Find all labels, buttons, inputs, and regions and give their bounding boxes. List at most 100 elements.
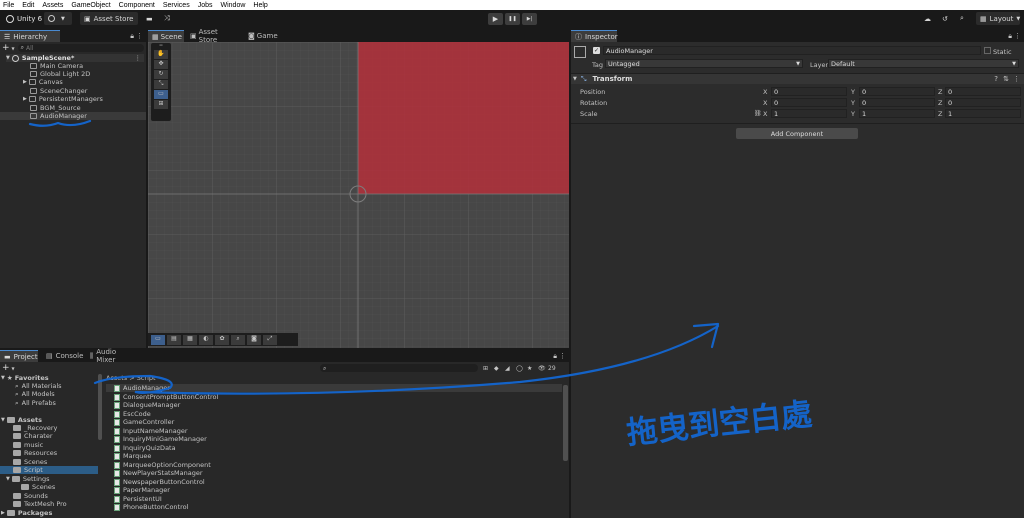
menu-gameobject[interactable]: GameObject xyxy=(71,2,110,9)
folder-item-selected[interactable]: Script xyxy=(0,466,98,474)
menu-component[interactable]: Component xyxy=(119,2,155,9)
scale-z-input[interactable]: 1 xyxy=(945,109,1021,118)
visibility-icon[interactable]: 👁︎ xyxy=(538,365,546,372)
folder-item[interactable]: Scenes xyxy=(13,458,47,466)
menu-help[interactable]: Help xyxy=(253,2,267,9)
tab-game[interactable]: ◙ Game xyxy=(244,30,284,42)
chevron-down-icon[interactable]: ▼ xyxy=(6,476,10,482)
search-icon[interactable]: ⌕ xyxy=(956,12,968,25)
favorite-item[interactable]: ⌕ All Materials xyxy=(15,382,62,391)
file-item[interactable]: ConsentPromptButtonControl xyxy=(114,393,218,401)
layout-dropdown[interactable]: ▦ Layout ▼ xyxy=(976,12,1020,25)
chevron-down-icon[interactable]: ▼ xyxy=(12,46,15,51)
effects-icon[interactable]: ✿ xyxy=(215,334,229,345)
chevron-down-icon[interactable]: ▼ xyxy=(573,76,577,82)
scale-x-input[interactable]: 1 xyxy=(771,109,847,118)
position-z-input[interactable]: 0 xyxy=(945,87,1021,96)
file-item[interactable]: PersistentUI xyxy=(114,495,162,503)
more-icon[interactable]: ⋮ xyxy=(136,32,143,40)
help-icon[interactable]: ? xyxy=(994,75,998,83)
collab-icon[interactable]: ▬ xyxy=(142,12,157,25)
step-button[interactable]: ▶| xyxy=(522,13,537,25)
history-icon[interactable]: ↺ xyxy=(938,12,952,25)
folder-item[interactable]: ▼ Settings xyxy=(6,475,50,483)
grid-snap-icon[interactable]: ▤ xyxy=(167,334,181,345)
filter-type-icon[interactable]: ⊞ xyxy=(483,365,488,372)
link-icon[interactable]: ⛓ xyxy=(754,110,762,117)
tab-scene[interactable]: ▦ Scene xyxy=(148,30,184,42)
active-checkbox[interactable]: ✓ xyxy=(593,47,600,54)
lock-icon[interactable]: 🔒︎ xyxy=(130,32,134,41)
add-component-button[interactable]: Add Component xyxy=(736,128,858,139)
folder-item[interactable]: Sounds xyxy=(13,492,48,500)
lock-icon[interactable]: 🔒︎ xyxy=(553,352,557,361)
folder-item[interactable]: TextMesh Pro xyxy=(13,500,67,508)
menu-jobs[interactable]: Jobs xyxy=(198,2,213,9)
account-button[interactable]: ▼ xyxy=(44,12,72,25)
position-x-input[interactable]: 0 xyxy=(771,87,847,96)
rotate-tool-icon[interactable]: ↻ xyxy=(154,70,168,79)
camera-icon[interactable]: ◙ xyxy=(247,334,261,345)
favorite-item[interactable]: ⌕ All Prefabs xyxy=(15,399,56,408)
tab-inspector[interactable]: ⓘ Inspector xyxy=(571,30,618,42)
file-item[interactable]: PaperManager xyxy=(114,486,170,494)
static-checkbox[interactable] xyxy=(984,47,991,54)
more-icon[interactable]: ⋮ xyxy=(135,54,142,62)
scale-tool-icon[interactable]: ⤡ xyxy=(154,80,168,89)
asset-store-button[interactable]: ▣ Asset Store xyxy=(80,12,138,25)
tab-asset-store[interactable]: ▣ Asset Store xyxy=(186,28,242,44)
file-item[interactable]: DialogueManager xyxy=(114,401,180,409)
hierarchy-search-input[interactable]: ⌕ All xyxy=(17,44,144,52)
hierarchy-item[interactable]: ▶ PersistentManagers xyxy=(23,95,103,103)
hierarchy-item[interactable]: Main Camera xyxy=(30,62,83,70)
more-icon[interactable]: ⋮ xyxy=(1013,75,1020,83)
favorite-icon[interactable]: ★ xyxy=(527,365,532,372)
scene-root[interactable]: ▼ SampleScene* ⋮ xyxy=(6,54,144,62)
rotation-x-input[interactable]: 0 xyxy=(771,98,847,107)
filter-icon[interactable]: ◢ xyxy=(505,365,510,372)
play-button[interactable]: ▶ xyxy=(488,13,503,25)
lock-icon[interactable]: 🔒︎ xyxy=(1008,32,1012,41)
drag-handle-icon[interactable]: ═ xyxy=(151,43,171,49)
folder-item[interactable]: _Recovery xyxy=(13,424,57,432)
chevron-down-icon[interactable]: ▼ xyxy=(12,366,15,371)
favorite-item[interactable]: ⌕ All Models xyxy=(15,390,55,399)
hierarchy-item[interactable]: SceneChanger xyxy=(30,87,87,95)
project-search-input[interactable]: ⌕ xyxy=(320,364,478,372)
add-icon[interactable]: + xyxy=(2,43,10,53)
transform-header[interactable]: ▼ ⤡ Transform ? ⇅ ⋮ xyxy=(571,73,1024,84)
file-item[interactable]: EscCode xyxy=(114,410,151,418)
gizmo-icon[interactable]: ⤢ xyxy=(263,334,277,345)
file-item[interactable]: InquiryQuizData xyxy=(114,444,176,452)
chevron-right-icon[interactable]: ▶ xyxy=(23,79,27,85)
file-item[interactable]: MarqueeOptionComponent xyxy=(114,461,211,469)
tree-scrollbar[interactable] xyxy=(98,374,102,440)
chevron-down-icon[interactable]: ▼ xyxy=(6,55,10,61)
rect-tool-icon[interactable]: ▭ xyxy=(151,334,165,345)
grid-icon[interactable]: ▦ xyxy=(183,334,197,345)
file-item[interactable]: InputNameManager xyxy=(114,427,188,435)
file-item[interactable]: Marquee xyxy=(114,452,151,460)
rect-tool-icon[interactable]: ▭ xyxy=(154,90,168,99)
move-tool-icon[interactable]: ✥ xyxy=(154,60,168,69)
tab-audio-mixer[interactable]: ⫼ Audio Mixer xyxy=(86,348,140,364)
favorites-header[interactable]: ▼ ★ Favorites xyxy=(1,374,49,382)
file-item[interactable]: GameController xyxy=(114,418,174,426)
assets-header[interactable]: ▼ Assets xyxy=(1,416,42,424)
file-item-selected[interactable]: AudioManager xyxy=(106,384,562,392)
folder-item[interactable]: music xyxy=(13,441,43,449)
folder-item[interactable]: Charater xyxy=(13,432,53,440)
add-icon[interactable]: + xyxy=(2,363,10,373)
rotation-z-input[interactable]: 0 xyxy=(945,98,1021,107)
more-icon[interactable]: ⋮ xyxy=(559,352,566,360)
hierarchy-item[interactable]: Global Light 2D xyxy=(30,70,90,78)
version-control-icon[interactable]: ⤨ xyxy=(160,12,174,25)
menu-services[interactable]: Services xyxy=(163,2,190,9)
file-item[interactable]: NewspaperButtonControl xyxy=(114,478,205,486)
position-y-input[interactable]: 0 xyxy=(859,87,935,96)
chevron-right-icon[interactable]: ▶ xyxy=(23,96,27,102)
cloud-icon[interactable]: ☁ xyxy=(920,12,935,25)
scene-viewport[interactable] xyxy=(148,42,569,348)
files-scrollbar[interactable] xyxy=(563,385,568,461)
rotation-y-input[interactable]: 0 xyxy=(859,98,935,107)
